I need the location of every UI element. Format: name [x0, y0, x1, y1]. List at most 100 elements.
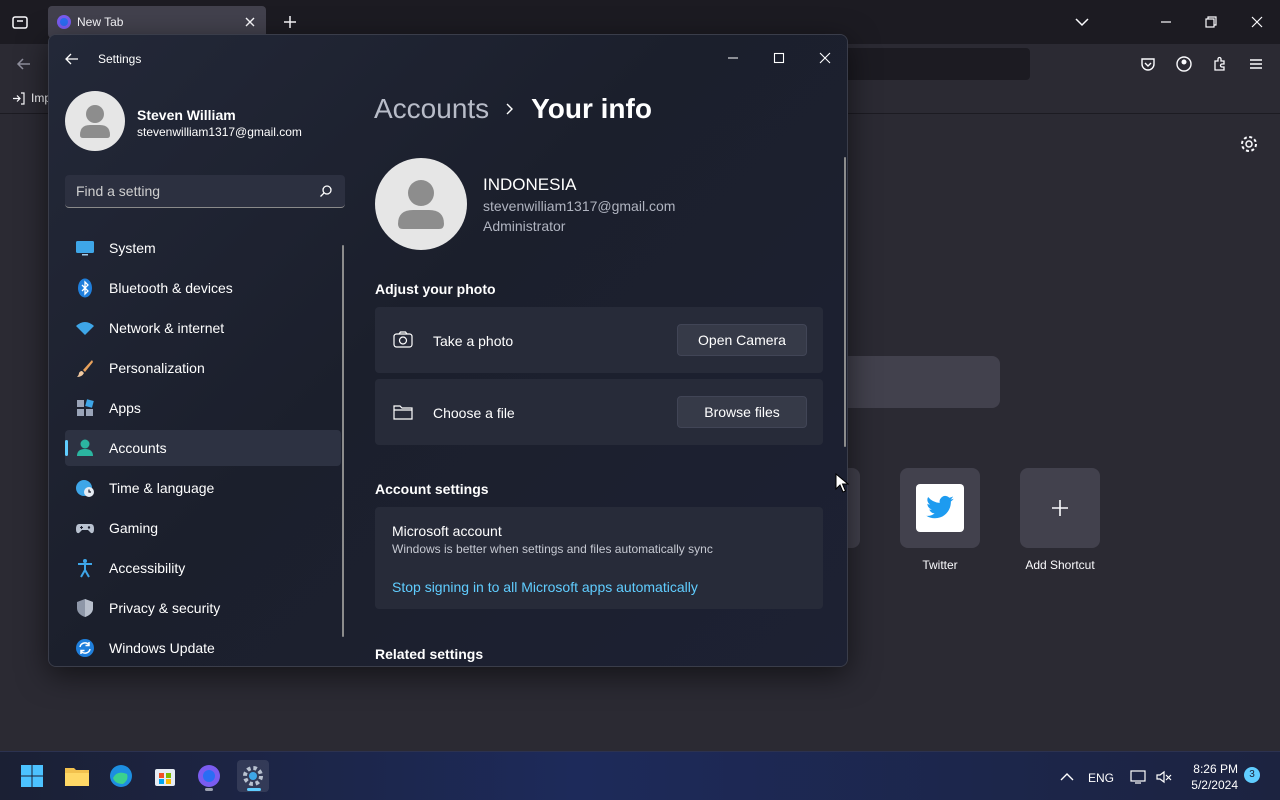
menu-icon[interactable]: [1246, 54, 1266, 74]
browser-close-icon[interactable]: [1245, 10, 1269, 34]
minimize-icon[interactable]: [719, 44, 747, 72]
nav-label: System: [109, 240, 156, 256]
microsoft-account-title: Microsoft account: [392, 523, 502, 539]
network-icon[interactable]: [1129, 768, 1147, 786]
new-tab-icon[interactable]: [280, 12, 300, 32]
nav-item-accounts[interactable]: Accounts: [65, 430, 341, 466]
globe-clock-icon: [76, 480, 94, 497]
take-photo-card: Take a photo Open Camera: [375, 307, 823, 373]
nav-item-personalization[interactable]: Personalization: [65, 350, 341, 386]
nav-item-bluetooth[interactable]: Bluetooth & devices: [65, 270, 341, 306]
extensions-icon[interactable]: [1210, 54, 1230, 74]
taskbar-settings[interactable]: [237, 760, 269, 792]
shortcut-twitter[interactable]: [900, 468, 980, 548]
take-photo-label: Take a photo: [433, 333, 514, 349]
bluetooth-icon: [78, 278, 92, 298]
mouse-cursor-icon: [835, 473, 849, 493]
nav-item-privacy[interactable]: Privacy & security: [65, 590, 341, 626]
apps-icon: [77, 399, 94, 416]
choose-file-card: Choose a file Browse files: [375, 379, 823, 445]
nav-item-system[interactable]: System: [65, 230, 341, 266]
content-scrollbar[interactable]: [844, 157, 846, 447]
breadcrumb: Accounts Your info: [374, 93, 652, 125]
page-title: Your info: [531, 93, 652, 124]
back-icon[interactable]: [14, 54, 34, 74]
chevron-up-icon[interactable]: [1058, 768, 1076, 786]
nav-label: Windows Update: [109, 640, 215, 656]
maximize-icon[interactable]: [765, 44, 793, 72]
open-camera-button[interactable]: Open Camera: [677, 324, 807, 356]
notification-badge[interactable]: 3: [1244, 767, 1260, 783]
twitter-bird-icon: [926, 495, 954, 519]
clock-date[interactable]: 5/2/2024: [1184, 778, 1238, 792]
brush-icon: [77, 360, 93, 377]
settings-title-bar: Settings: [49, 35, 847, 83]
list-all-tabs-icon[interactable]: [1070, 10, 1094, 34]
language-indicator[interactable]: ENG: [1088, 771, 1114, 785]
close-icon[interactable]: [811, 44, 839, 72]
shield-icon: [77, 599, 93, 617]
browse-files-button[interactable]: Browse files: [677, 396, 807, 428]
monitor-icon: [76, 241, 94, 256]
choose-file-label: Choose a file: [433, 405, 515, 421]
clock-time[interactable]: 8:26 PM: [1184, 762, 1238, 776]
wifi-icon: [76, 322, 94, 335]
search-input[interactable]: [65, 175, 315, 207]
breadcrumb-parent[interactable]: Accounts: [374, 93, 489, 125]
user-role: Administrator: [483, 218, 566, 234]
user-email: stevenwilliam1317@gmail.com: [483, 198, 676, 214]
microsoft-account-subtitle: Windows is better when settings and file…: [392, 542, 713, 556]
nav-label: Time & language: [109, 480, 215, 496]
gamepad-icon: [76, 524, 94, 534]
stop-signing-in-link[interactable]: Stop signing in to all Microsoft apps au…: [392, 579, 698, 595]
taskbar-edge[interactable]: [105, 760, 137, 792]
nav-item-network[interactable]: Network & internet: [65, 310, 341, 346]
settings-window: Settings Steven William stevenwilliam131…: [48, 34, 848, 667]
nav-label: Apps: [109, 400, 141, 416]
import-icon: [13, 91, 25, 105]
shortcut-label-add: Add Shortcut: [1025, 558, 1095, 572]
plus-icon: [1052, 500, 1068, 516]
nav-scrollbar[interactable]: [342, 245, 344, 637]
firefox-icon: [57, 15, 71, 29]
active-indicator: [247, 788, 261, 791]
shortcut-add[interactable]: [1020, 468, 1100, 548]
start-button[interactable]: [16, 760, 48, 792]
taskbar-firefox[interactable]: [193, 760, 225, 792]
browser-restore-icon[interactable]: [1199, 10, 1223, 34]
profile-avatar[interactable]: [65, 91, 125, 151]
running-indicator: [205, 788, 213, 791]
edge-icon: [110, 765, 132, 787]
windows-logo-icon: [21, 765, 43, 787]
user-avatar: [375, 158, 467, 250]
volume-muted-icon[interactable]: [1155, 768, 1173, 786]
back-arrow-icon[interactable]: [63, 50, 81, 68]
browser-minimize-icon[interactable]: [1154, 10, 1178, 34]
nav-item-gaming[interactable]: Gaming: [65, 510, 341, 546]
section-account-settings: Account settings: [375, 481, 489, 497]
nav-item-apps[interactable]: Apps: [65, 390, 341, 426]
gear-icon[interactable]: [1239, 134, 1259, 154]
settings-app-title: Settings: [98, 52, 142, 66]
store-icon: [155, 769, 175, 786]
tab-list-icon[interactable]: [10, 12, 30, 32]
nav-label: Bluetooth & devices: [109, 280, 233, 296]
user-silhouette-icon: [398, 180, 444, 229]
pocket-icon[interactable]: [1138, 54, 1158, 74]
nav-item-accessibility[interactable]: Accessibility: [65, 550, 341, 586]
nav-item-windows-update[interactable]: Windows Update: [65, 630, 341, 666]
search-icon[interactable]: [319, 184, 333, 198]
tab-close-icon[interactable]: [242, 14, 258, 30]
nav-label: Accessibility: [109, 560, 186, 576]
bookmark-import[interactable]: Imp: [12, 91, 51, 105]
nav-item-time-language[interactable]: Time & language: [65, 470, 341, 506]
taskbar: ENG 8:26 PM 5/2/2024: [0, 751, 1280, 800]
account-icon[interactable]: [1174, 54, 1194, 74]
taskbar-file-explorer[interactable]: [61, 760, 93, 792]
taskbar-store[interactable]: [149, 760, 181, 792]
update-icon: [76, 639, 94, 657]
accessibility-icon: [78, 559, 92, 578]
twitter-logo-tile: [916, 484, 964, 532]
section-adjust-photo: Adjust your photo: [375, 281, 496, 297]
folder-icon: [393, 405, 413, 420]
